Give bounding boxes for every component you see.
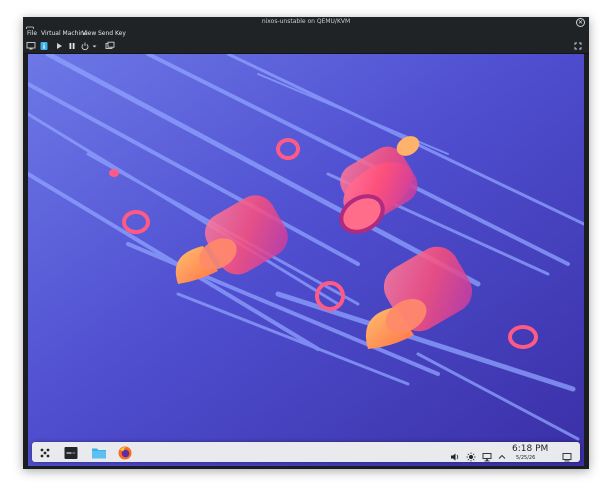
details-icon[interactable] [39, 41, 49, 51]
console-icon[interactable] [26, 41, 36, 51]
vm-toolbar [23, 39, 589, 54]
menu-file[interactable]: File [27, 30, 37, 37]
taskbar: 6:18 PM 5/25/26 [32, 442, 580, 462]
desktop-wallpaper [28, 54, 584, 466]
menu-bar: File Virtual Machine View Send Key [23, 29, 589, 39]
run-icon[interactable] [54, 41, 64, 51]
power-icon[interactable] [80, 41, 90, 51]
dropdown-icon[interactable] [91, 41, 98, 51]
window-titlebar[interactable]: nixos-unstable on QEMU/KVM ✕ [23, 17, 589, 34]
snapshots-icon[interactable] [105, 41, 115, 51]
vm-window: nixos-unstable on QEMU/KVM ✕ File Virtua… [23, 17, 589, 469]
menu-send-key[interactable]: Send Key [98, 30, 126, 37]
clock-time[interactable]: 6:18 PM [512, 444, 548, 454]
application-launcher-icon[interactable] [38, 445, 52, 459]
clock-date[interactable]: 5/25/26 [516, 455, 535, 461]
show-desktop-icon[interactable] [562, 447, 572, 462]
fullscreen-icon[interactable] [573, 41, 583, 51]
window-title: nixos-unstable on QEMU/KVM [261, 18, 351, 25]
pause-icon[interactable] [67, 41, 77, 51]
volume-icon[interactable] [450, 447, 460, 461]
brightness-icon[interactable] [466, 447, 476, 462]
close-icon[interactable]: ✕ [576, 18, 585, 27]
network-icon[interactable] [482, 447, 492, 462]
terminal-icon[interactable] [64, 445, 78, 459]
vm-display[interactable]: 6:18 PM 5/25/26 [28, 54, 584, 466]
file-manager-icon[interactable] [91, 445, 106, 459]
menu-view[interactable]: View [82, 30, 96, 37]
menu-virtual-machine[interactable]: Virtual Machine [41, 30, 88, 37]
firefox-icon[interactable] [118, 445, 132, 460]
tray-expand-icon[interactable] [497, 447, 507, 459]
